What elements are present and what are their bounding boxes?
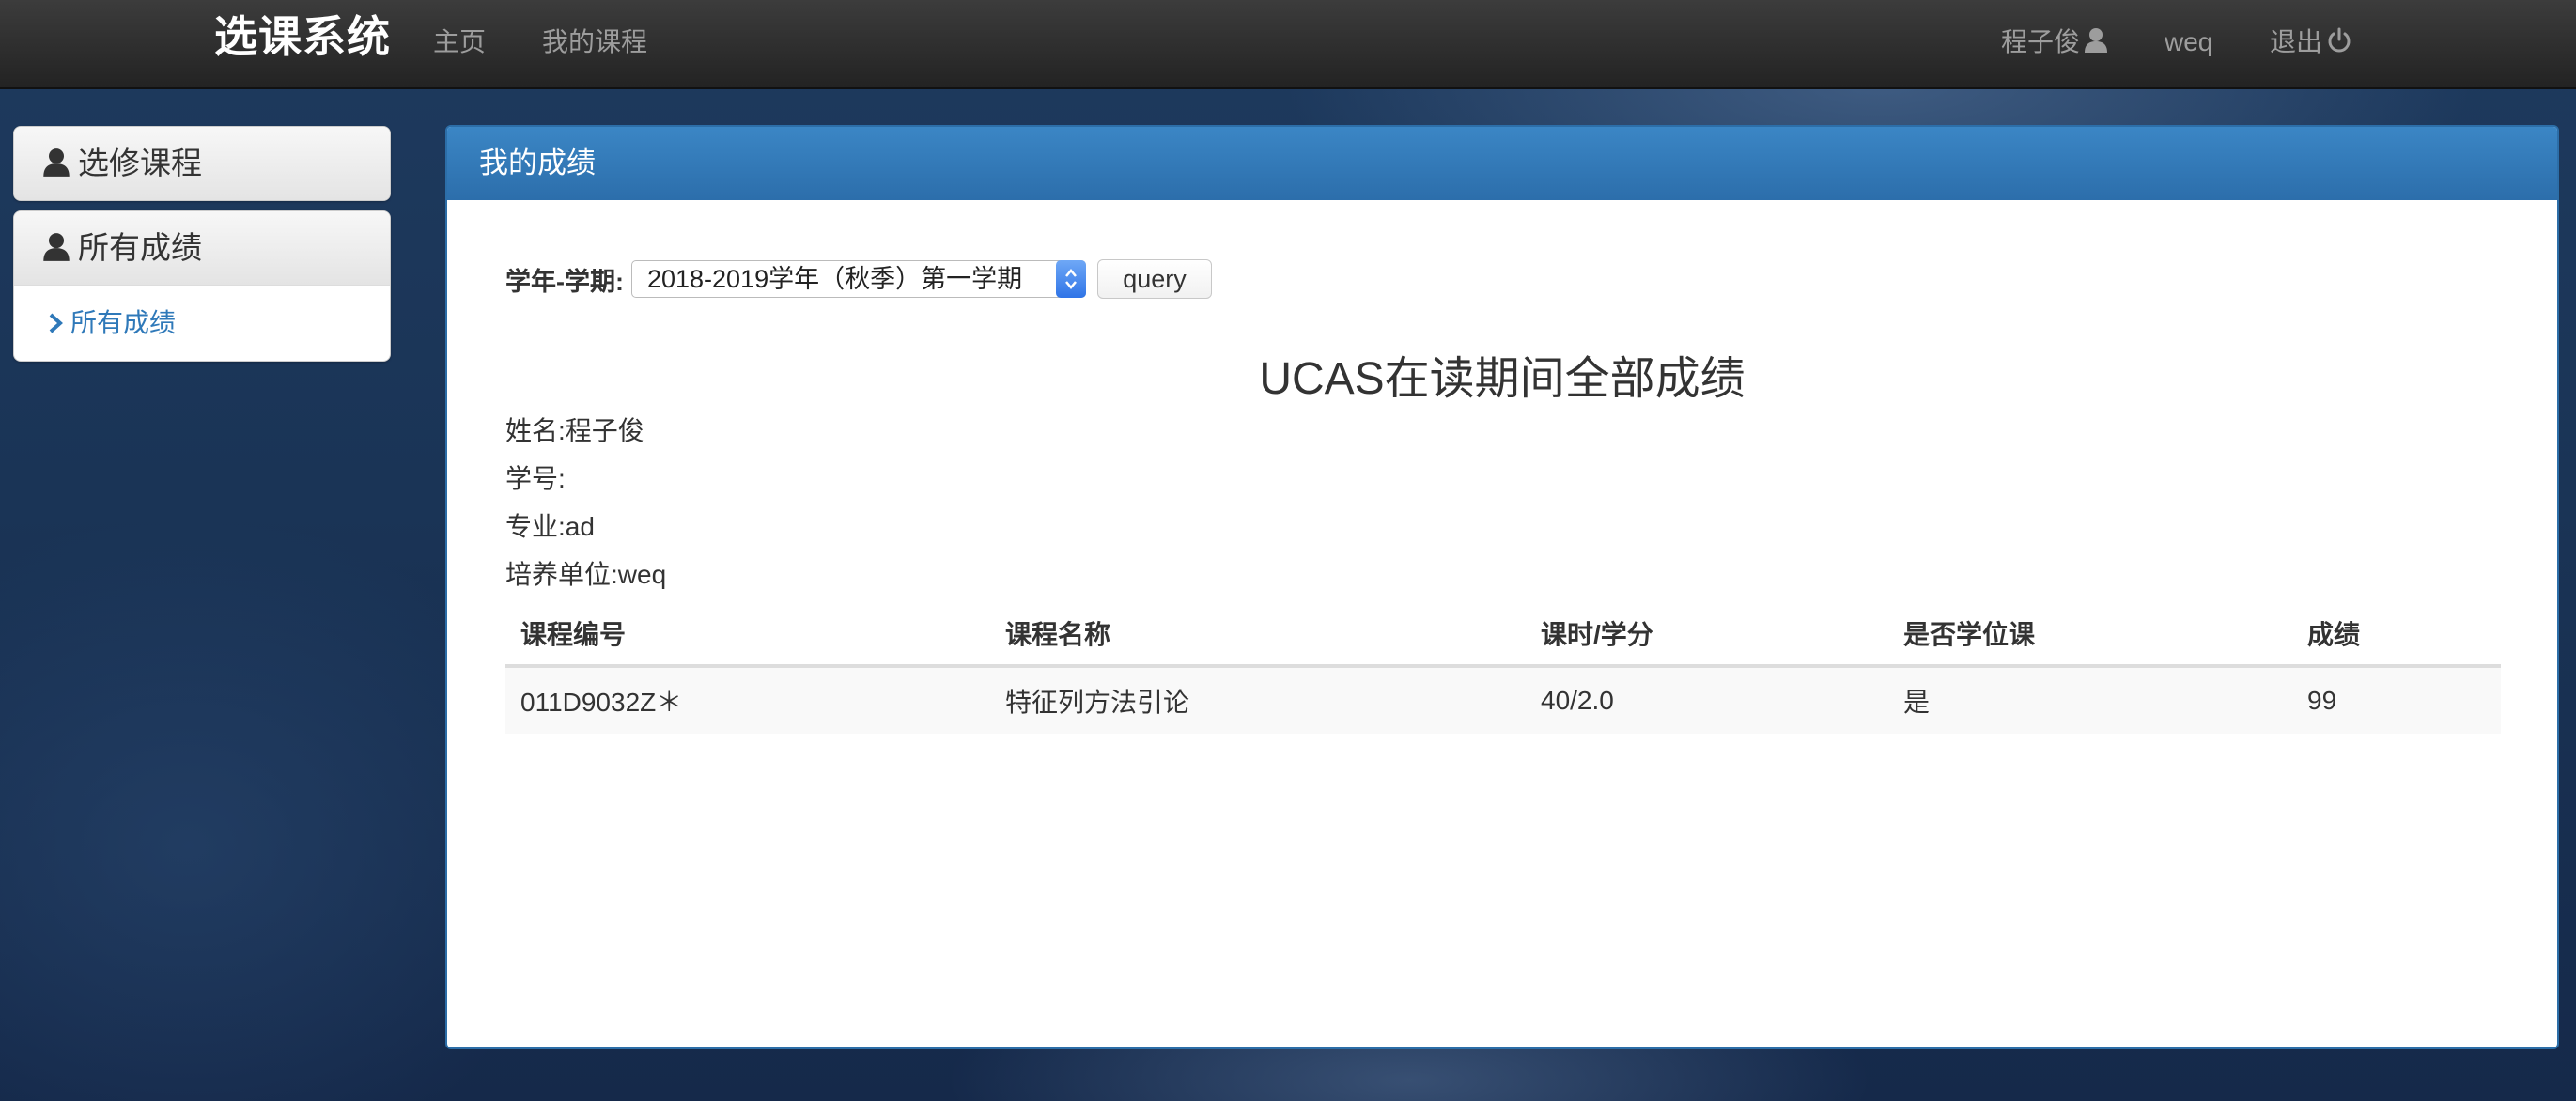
grades-table: 课程编号 课程名称 课时/学分 是否学位课 成绩 011D9032Z＊ 特征列方… <box>505 602 2501 734</box>
select-arrows-icon <box>1055 260 1086 298</box>
training-unit: 培养单位:weq <box>505 560 667 589</box>
sidebar-heading-label: 所有成绩 <box>78 230 202 265</box>
sidebar-submenu: 所有成绩 <box>14 285 390 361</box>
user-icon <box>2085 28 2108 53</box>
semester-filter: 学年-学期: 2018-2019学年（秋季）第一学期 query <box>505 258 1212 300</box>
nav-user[interactable]: 程子俊 <box>2001 0 2108 87</box>
cell-course-code: 011D9032Z＊ <box>505 666 990 734</box>
column-header-degree-course: 是否学位课 <box>1888 602 2292 668</box>
user-icon <box>43 148 70 177</box>
grades-panel: 我的成绩 学年-学期: 2018-2019学年（秋季）第一学期 query UC… <box>445 125 2559 1049</box>
sidebar-panel-elective: 选修课程 <box>13 126 391 201</box>
table-header-row: 课程编号 课程名称 课时/学分 是否学位课 成绩 <box>505 602 2501 668</box>
column-header-course-name: 课程名称 <box>990 602 1526 668</box>
sidebar-panel-grades: 所有成绩 所有成绩 <box>13 210 391 362</box>
cell-hours-credits: 40/2.0 <box>1526 666 1888 734</box>
sidebar-heading-elective[interactable]: 选修课程 <box>14 127 390 200</box>
logout-link[interactable]: 退出 <box>2270 0 2352 87</box>
student-major: 专业:ad <box>505 512 595 541</box>
sidebar-heading-grades[interactable]: 所有成绩 <box>14 211 390 285</box>
column-header-score: 成绩 <box>2292 602 2501 668</box>
semester-select-value: 2018-2019学年（秋季）第一学期 <box>646 265 1023 293</box>
power-icon <box>2328 27 2351 53</box>
cell-degree-course: 是 <box>1888 666 2292 734</box>
nav-user-name: 程子俊 <box>2001 27 2081 56</box>
logout-label: 退出 <box>2270 27 2323 56</box>
nav-home[interactable]: 主页 <box>433 0 486 87</box>
top-navbar: 选课系统 主页 我的课程 程子俊 weq 退出 <box>0 0 2576 89</box>
semester-select[interactable]: 2018-2019学年（秋季）第一学期 <box>630 260 1086 298</box>
sidebar-item-all-grades[interactable]: 所有成绩 <box>48 308 176 337</box>
report-title: UCAS在读期间全部成绩 <box>1259 354 1746 404</box>
student-name: 姓名:程子俊 <box>505 416 644 445</box>
cell-course-name: 特征列方法引论 <box>990 666 1526 734</box>
student-id: 学号: <box>505 464 566 493</box>
query-button[interactable]: query <box>1096 259 1212 299</box>
semester-label: 学年-学期: <box>505 267 624 296</box>
sidebar-heading-label: 选修课程 <box>78 146 202 180</box>
user-icon <box>43 233 70 261</box>
panel-title: 我的成绩 <box>447 127 2557 200</box>
column-header-course-code: 课程编号 <box>505 602 990 668</box>
brand-title[interactable]: 选课系统 <box>214 0 391 87</box>
sidebar-item-label: 所有成绩 <box>70 308 177 337</box>
chevron-right-icon <box>49 313 63 333</box>
table-row: 011D9032Z＊ 特征列方法引论 40/2.0 是 99 <box>505 666 2501 734</box>
nav-user-extra[interactable]: weq <box>2165 0 2212 87</box>
cell-score: 99 <box>2292 666 2501 734</box>
column-header-hours-credits: 课时/学分 <box>1526 602 1888 668</box>
nav-my-courses[interactable]: 我的课程 <box>542 0 647 87</box>
